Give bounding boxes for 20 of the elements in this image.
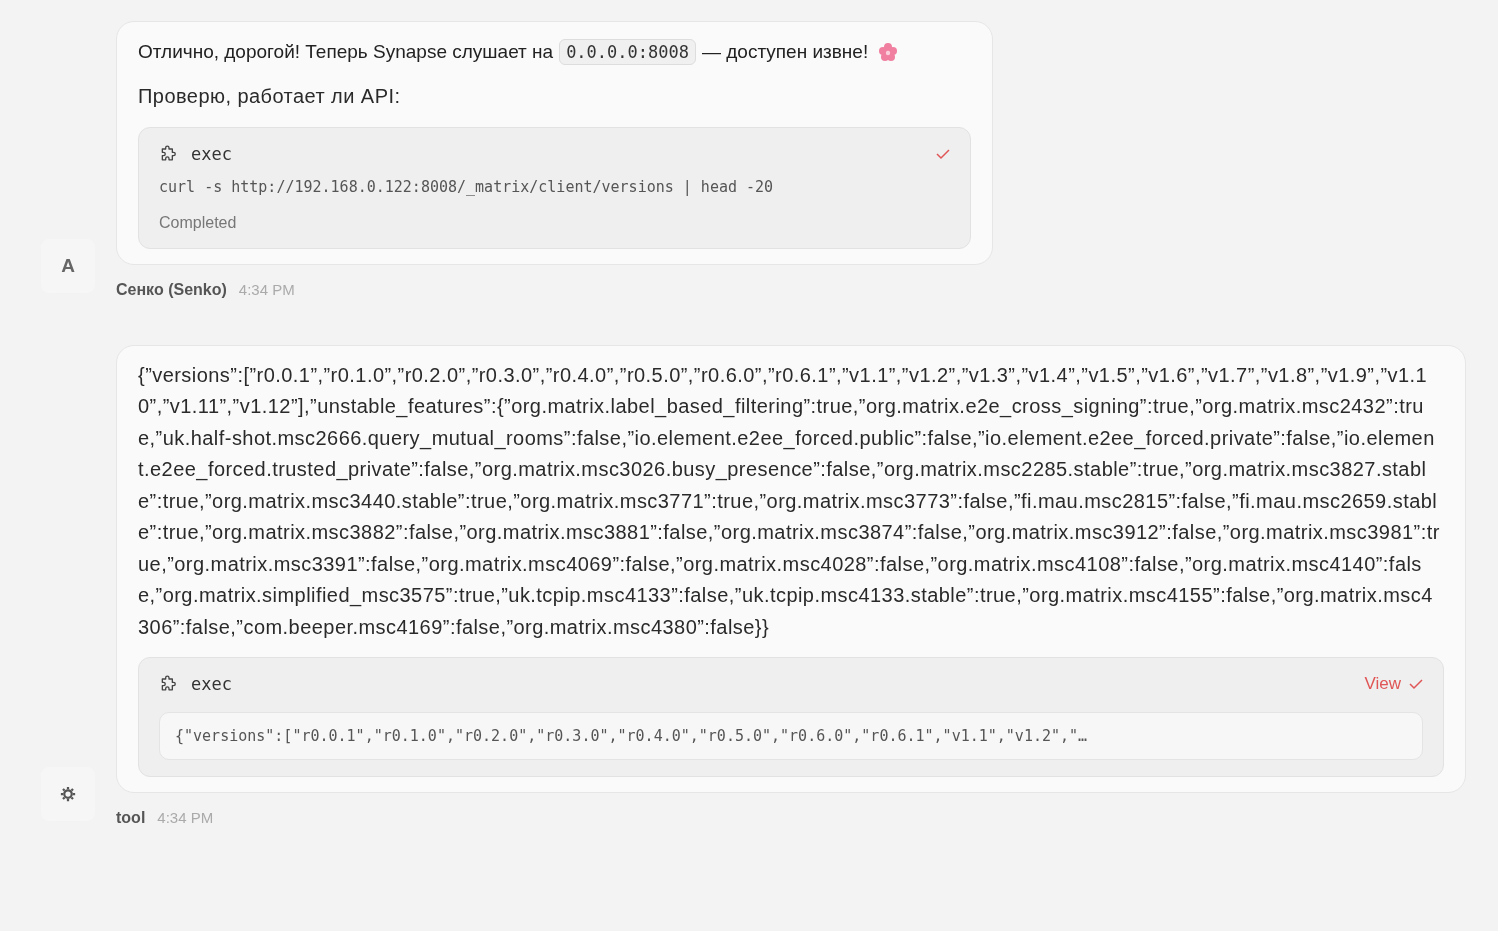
tool-name: exec: [191, 143, 232, 164]
output-preview: {"versions":["r0.0.1","r0.1.0","r0.2.0","r0.3.0","r0.4.0","r0.5.0","r0.6.0","r0.6.1","v1.1","v1.2","…: [159, 712, 1423, 760]
avatar-letter: A: [61, 254, 75, 277]
author-name: Сенко (Senko): [116, 280, 227, 299]
command-text: curl -s http://192.168.0.122:8008/_matrix/client/versions | head -20: [159, 177, 775, 196]
timestamp: 4:34 PM: [238, 280, 295, 298]
message-text: Проверю, работает ли API:: [138, 84, 402, 109]
message-text: — доступен извне!: [701, 40, 869, 64]
view-link[interactable]: View: [1364, 674, 1401, 694]
flower-icon: [878, 41, 899, 62]
timestamp: 4:34 PM: [157, 809, 214, 826]
message-text: Отлично, дорогой! Теперь Synapse слушает на: [138, 40, 554, 64]
tool-name: exec: [191, 674, 232, 694]
author-name: tool: [116, 809, 146, 827]
message-text: {”versions”:[”r0.0.1”,”r0.1.0”,”r0.2.0”,”r0.3.0”,”r0.4.0”,”r0.5.0”,”r0.6.0”,”r0.6.1”,”v1.1”,”v1.2”,”v1.3”,”v1.4”,”v1.5”,”v1.6”,”v1.7”,”v1.8”,”v1.9”,”v1.10”,”v1.11”,”v1.12”],”unstable_features”:{”org.matrix.label_based_filtering”:true,”org.matrix.e2e_cross_signing”:true,”org.matrix.msc2432”:true,”uk.half-shot.msc2666.query_mutual_rooms”:false,”io.element.e2ee_forced.public”:false,”io.element.e2ee_forced.private”:false,”io.element.e2ee_forced.trusted_private”:false,”org.matrix.msc3026.busy_presence”:false,”org.matrix.msc2285.stable”:true,”org.matrix.msc3827.stable”:true,”org.matrix.msc3440.stable”:true,”org.matrix.msc3771”:true,”org.matrix.msc3773”:false,”fi.mau.msc2815”:false,”fi.mau.msc2659.stable”:true,”org.matrix.msc3882”:false,”org.matrix.msc3881”:false,”org.matrix.msc3874”:false,”org.matrix.msc3912”:false,”org.matrix.msc3981”:true,”org.matrix.msc3391”:false,”org.matrix.msc4069”:false,”org.matrix.msc4028”:false,”org.matrix.msc4108”:false,”org.matrix.msc4140”:false,”org.matrix.simplified_msc3575”:true,”uk.tcpip.msc4133”:false,”uk.tcpip.msc4133.stable”:true,”org.matrix.msc4155”:false,”org.matrix.msc4306”:false,”com.beeper.msc4169”:false,”org.matrix.msc4380”:false}}: [138, 362, 1441, 640]
settings-icon: [59, 785, 77, 803]
puzzle-icon: [159, 674, 179, 694]
status-text: Completed: [159, 213, 238, 232]
puzzle-icon: [159, 143, 179, 164]
inline-code: 0.0.0.0:8008: [559, 38, 696, 65]
